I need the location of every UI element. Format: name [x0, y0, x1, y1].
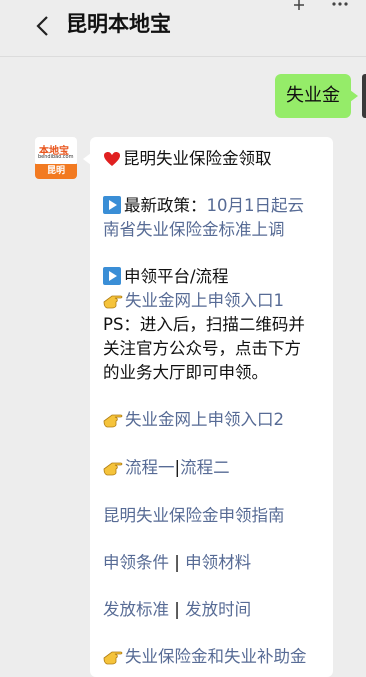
- avatar-site-text: bendibao.com: [38, 154, 74, 160]
- pointing-hand-icon: [103, 462, 123, 476]
- process2-link[interactable]: 流程二: [180, 458, 230, 477]
- back-chevron-icon[interactable]: [34, 14, 52, 38]
- play-button-icon: [103, 196, 121, 214]
- platform-heading: 申领平台/流程: [124, 267, 229, 286]
- heart-icon: [104, 152, 120, 166]
- policy-link[interactable]: 10月1日起云: [207, 196, 305, 215]
- entry2-line: 失业金网上申领入口2: [103, 408, 284, 432]
- more-icon[interactable]: [331, 0, 349, 10]
- policy-line-1: 最新政策：10月1日起云: [103, 194, 304, 218]
- ps-line-1: PS：进入后，扫描二维码并: [103, 315, 305, 334]
- conditions-separator: |: [169, 553, 186, 572]
- platform-heading-line: 申领平台/流程: [103, 265, 229, 289]
- policy-link-continued[interactable]: 南省失业保险金标准上调: [103, 218, 285, 242]
- reply-title-line: 昆明失业保险金领取: [103, 147, 272, 171]
- subsidy-link[interactable]: 失业保险金和失业补助金: [125, 647, 307, 666]
- guide-link[interactable]: 昆明失业保险金申领指南: [103, 504, 285, 528]
- entry2-link[interactable]: 失业金网上申领入口2: [125, 410, 284, 429]
- user-message-bubble[interactable]: 失业金: [275, 74, 358, 118]
- ps-line-2: 关注官方公众号，点击下方: [103, 339, 301, 358]
- payment-line: 发放标准 | 发放时间: [103, 598, 251, 622]
- pointing-hand-icon: [103, 651, 123, 665]
- entry1-line: 失业金网上申领入口1: [103, 289, 284, 313]
- subsidy-line: 失业保险金和失业补助金: [103, 645, 307, 669]
- avatar-logo-area: 本地宝 bendibao.com: [35, 137, 77, 163]
- page-title: 昆明本地宝: [66, 12, 171, 36]
- reply-message-bubble: 昆明失业保险金领取 最新政策：10月1日起云 南省失业保险金标准上调 申领平台/…: [83, 137, 333, 677]
- standard-link[interactable]: 发放标准: [103, 600, 169, 619]
- policy-prefix: 最新政策：: [124, 196, 207, 215]
- entry1-link[interactable]: 失业金网上申领入口1: [125, 291, 284, 310]
- materials-link[interactable]: 申领材料: [185, 553, 251, 572]
- time-link[interactable]: 发放时间: [185, 600, 251, 619]
- bot-avatar[interactable]: 本地宝 bendibao.com 昆明: [35, 137, 77, 179]
- reply-title: 昆明失业保险金领取: [123, 149, 272, 168]
- process-line: 流程一|流程二: [103, 456, 230, 480]
- ps-line-3: 的业务大厅即可申领。: [103, 363, 268, 382]
- pin-icon[interactable]: [290, 0, 308, 14]
- conditions-line: 申领条件 | 申领材料: [103, 551, 251, 575]
- play-button-icon: [103, 267, 121, 285]
- user-avatar[interactable]: [362, 74, 366, 118]
- payment-separator: |: [169, 600, 186, 619]
- process1-link[interactable]: 流程一: [125, 458, 175, 477]
- pointing-hand-icon: [103, 295, 123, 309]
- pointing-hand-icon: [103, 414, 123, 428]
- top-bar: 昆明本地宝: [0, 0, 366, 57]
- conditions-link[interactable]: 申领条件: [103, 553, 169, 572]
- avatar-city-label: 昆明: [35, 164, 77, 179]
